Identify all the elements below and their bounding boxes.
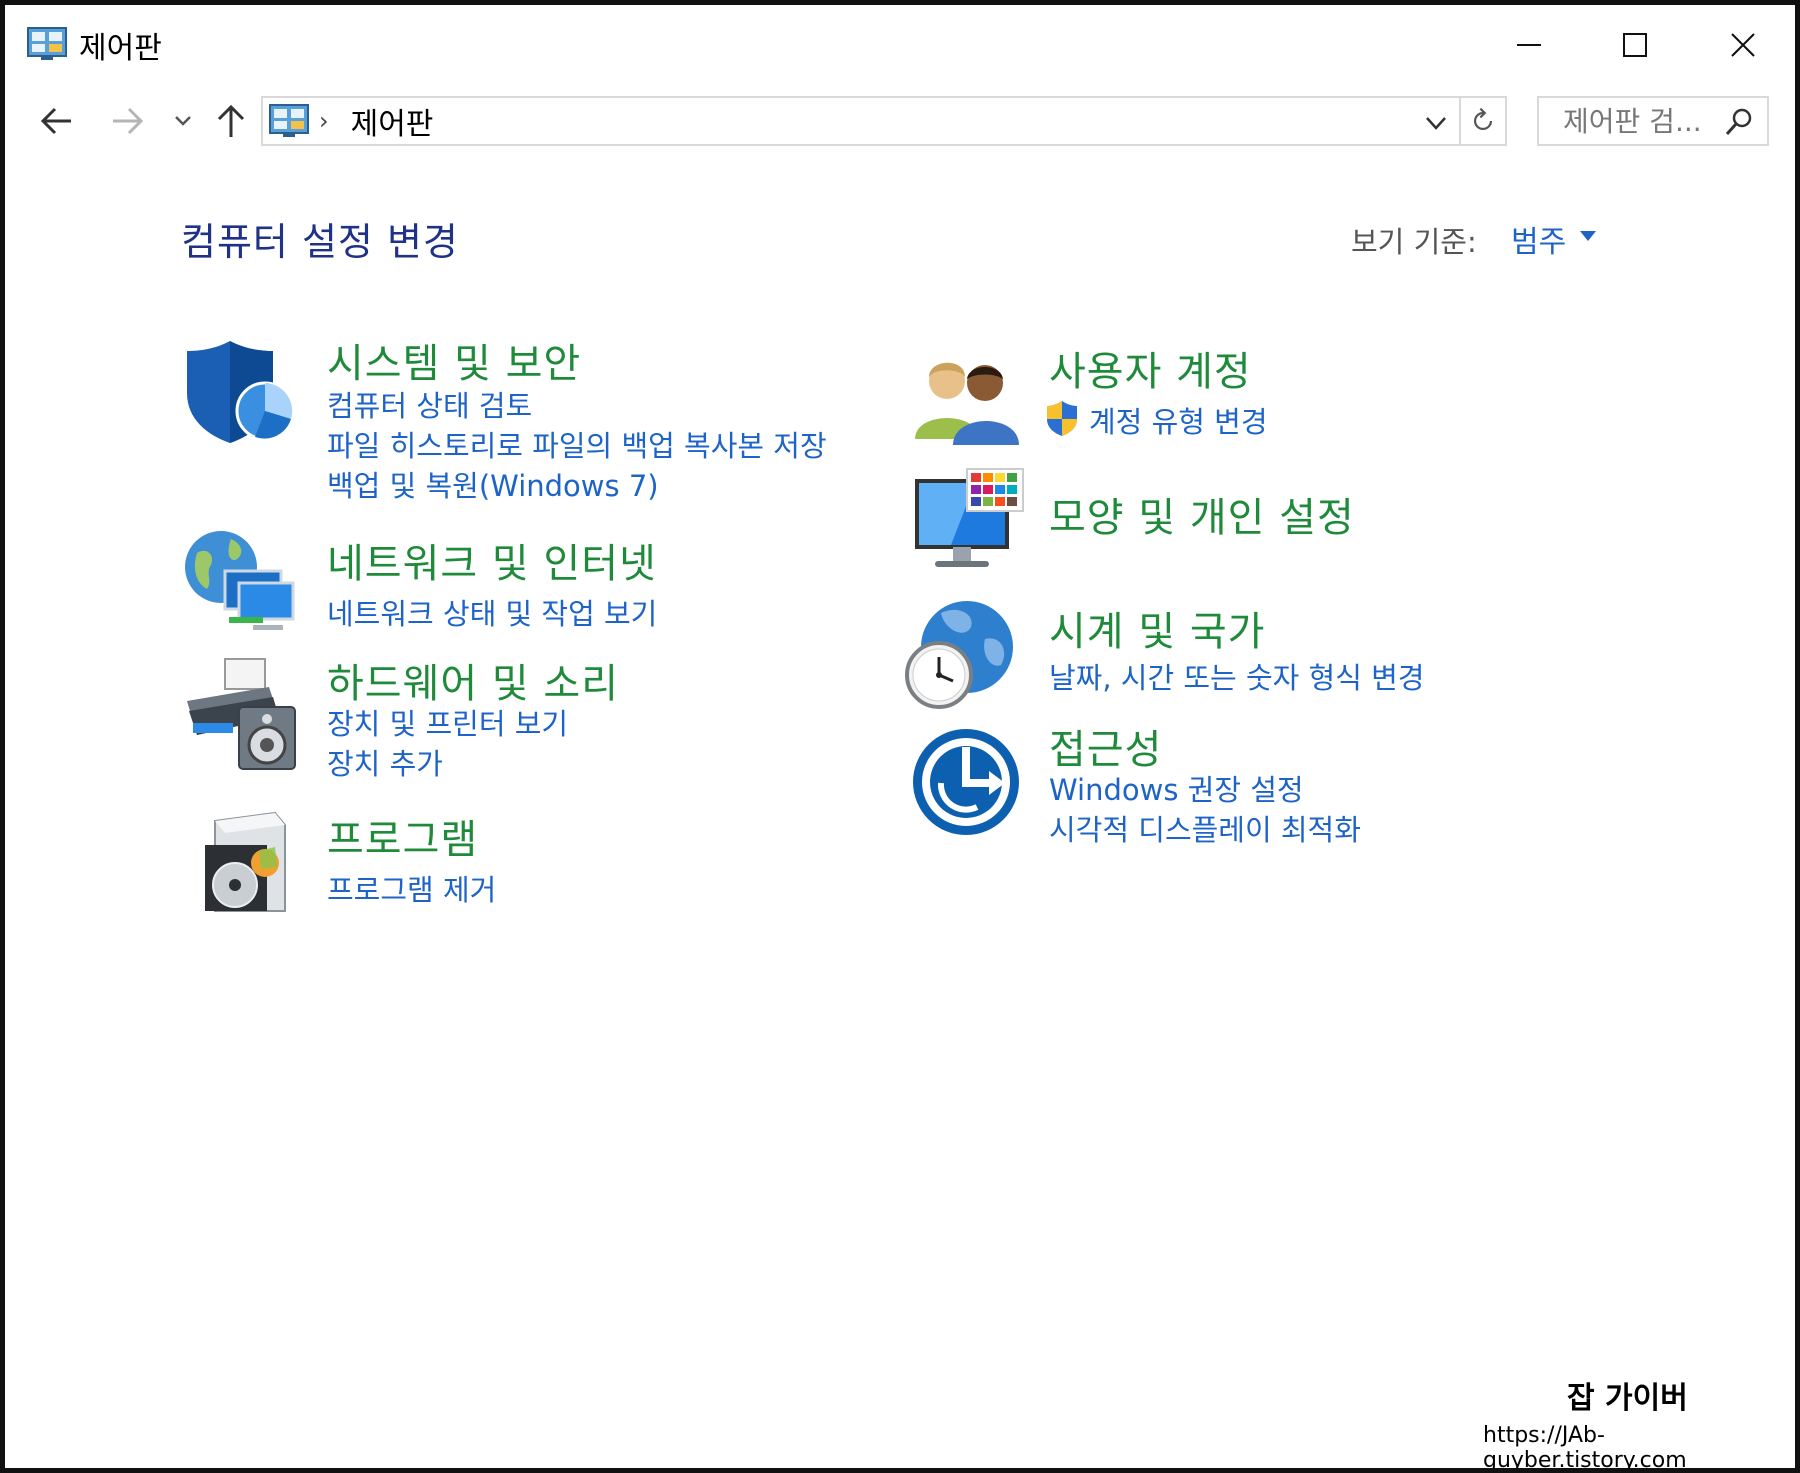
minimize-icon bbox=[1517, 44, 1541, 46]
navigation-bar: › 제어판 bbox=[5, 91, 1795, 151]
link-backup-restore[interactable]: 백업 및 복원(Windows 7) bbox=[327, 463, 659, 505]
minimize-button[interactable] bbox=[1489, 19, 1569, 71]
control-panel-window: 제어판 › 제어판 제어판 검... 컴퓨터 설정 변경 보기 기준: 범주 시… bbox=[0, 0, 1800, 1473]
watermark-url: https://JAb-guyber.tistory.com bbox=[1483, 1423, 1687, 1473]
recent-locations-button[interactable] bbox=[169, 99, 197, 143]
link-change-account-type[interactable]: 계정 유형 변경 bbox=[1089, 399, 1268, 441]
forward-arrow-icon bbox=[113, 107, 144, 135]
view-by-dropdown[interactable]: 범주 bbox=[1511, 217, 1566, 261]
category-system-security[interactable]: 시스템 및 보안 bbox=[327, 331, 581, 389]
search-box[interactable] bbox=[1537, 96, 1769, 146]
chevron-down-icon[interactable] bbox=[1579, 229, 1597, 243]
page-title: 컴퓨터 설정 변경 bbox=[181, 220, 459, 264]
watermark-title: 잡 가이버 bbox=[1567, 1381, 1688, 1416]
category-user-accounts[interactable]: 사용자 계정 bbox=[1049, 339, 1252, 397]
clock-globe-icon[interactable] bbox=[905, 599, 1019, 711]
category-programs[interactable]: 프로그램 bbox=[327, 807, 478, 865]
back-button[interactable] bbox=[35, 99, 79, 143]
link-optimize-visual-display[interactable]: 시각적 디스플레이 최적화 bbox=[1049, 807, 1361, 849]
category-appearance-personalization[interactable]: 모양 및 개인 설정 bbox=[1049, 485, 1355, 543]
close-button[interactable] bbox=[1703, 19, 1783, 71]
recent-locations-icon bbox=[175, 116, 191, 126]
uac-shield-icon bbox=[1047, 401, 1077, 436]
maximize-button[interactable] bbox=[1595, 19, 1675, 71]
link-file-history-backup[interactable]: 파일 히스토리로 파일의 백업 복사본 저장 bbox=[327, 423, 827, 465]
up-arrow-icon bbox=[217, 104, 245, 137]
refresh-button[interactable] bbox=[1459, 98, 1505, 144]
link-windows-recommended-settings[interactable]: Windows 권장 설정 bbox=[1049, 767, 1304, 809]
search-icon[interactable] bbox=[1723, 106, 1755, 138]
maximize-icon bbox=[1623, 33, 1647, 57]
link-devices-printers[interactable]: 장치 및 프린터 보기 bbox=[327, 701, 568, 743]
shield-icon[interactable] bbox=[185, 337, 295, 447]
programs-icon[interactable] bbox=[201, 811, 291, 915]
title-bar: 제어판 bbox=[5, 5, 1795, 85]
link-uninstall-program[interactable]: 프로그램 제거 bbox=[327, 867, 496, 909]
printer-icon[interactable] bbox=[183, 657, 299, 771]
category-clock-region[interactable]: 시계 및 국가 bbox=[1049, 599, 1265, 657]
control-panel-icon bbox=[27, 27, 67, 60]
view-by-label: 보기 기준: bbox=[1351, 225, 1477, 259]
forward-button[interactable] bbox=[105, 99, 149, 143]
users-icon[interactable] bbox=[913, 351, 1021, 447]
back-arrow-icon bbox=[40, 107, 71, 135]
link-change-date-time-format[interactable]: 날짜, 시간 또는 숫자 형식 변경 bbox=[1049, 655, 1424, 697]
breadcrumb-current[interactable]: 제어판 bbox=[351, 99, 434, 143]
display-icon[interactable] bbox=[915, 467, 1025, 577]
up-button[interactable] bbox=[211, 99, 251, 143]
link-review-computer-status[interactable]: 컴퓨터 상태 검토 bbox=[327, 383, 532, 425]
search-input[interactable] bbox=[1561, 103, 1725, 139]
address-bar[interactable]: › 제어판 bbox=[261, 96, 1507, 146]
chevron-down-icon[interactable] bbox=[1419, 106, 1453, 140]
category-network-internet[interactable]: 네트워크 및 인터넷 bbox=[327, 531, 657, 589]
link-add-device[interactable]: 장치 추가 bbox=[327, 741, 443, 783]
refresh-icon bbox=[1473, 107, 1493, 131]
control-panel-icon bbox=[269, 104, 309, 137]
network-icon[interactable] bbox=[183, 529, 297, 635]
close-icon bbox=[1731, 33, 1755, 57]
window-title: 제어판 bbox=[79, 31, 162, 66]
link-network-status[interactable]: 네트워크 상태 및 작업 보기 bbox=[327, 591, 657, 633]
accessibility-icon[interactable] bbox=[911, 727, 1021, 837]
breadcrumb-separator-icon: › bbox=[319, 107, 329, 135]
